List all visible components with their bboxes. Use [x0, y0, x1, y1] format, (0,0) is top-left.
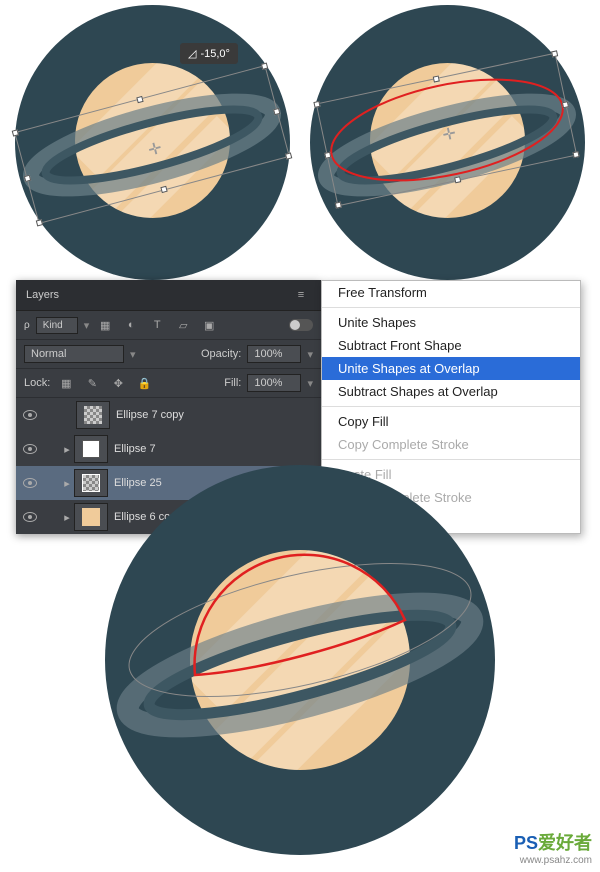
watermark-url: www.psahz.com [514, 855, 592, 866]
planet-canvas-2: ✛ [310, 5, 585, 280]
ring-and-path [105, 465, 495, 855]
planet-canvas-1: ✛ ◿ -15,0° [15, 5, 290, 280]
opacity-value[interactable]: 100% [247, 345, 301, 363]
filter-adjust-icon[interactable]: ◐ [121, 316, 141, 334]
lock-trans-icon[interactable]: ▦ [56, 374, 76, 392]
kind-filter[interactable]: Kind [36, 317, 78, 334]
twisty-icon[interactable]: ▸ [60, 477, 74, 490]
filter-toggle[interactable] [289, 319, 313, 331]
menu-copy-fill[interactable]: Copy Fill [322, 410, 580, 433]
twisty-icon[interactable]: ▸ [60, 511, 74, 524]
panel-menu-icon[interactable]: ≡ [291, 286, 311, 304]
panel-header: Layers ≡ [16, 280, 321, 311]
menu-free-transform[interactable]: Free Transform [322, 281, 580, 304]
layer-name: Ellipse 7 [114, 443, 156, 455]
twisty-icon[interactable]: ▸ [60, 443, 74, 456]
lock-all-icon[interactable]: 🔒 [134, 374, 154, 392]
menu-subtract-overlap[interactable]: Subtract Shapes at Overlap [322, 380, 580, 403]
watermark: PS爱好者 www.psahz.com [514, 829, 592, 866]
blend-row: Normal ▾ Opacity: 100% ▾ [16, 340, 321, 369]
angle-icon: ◿ [188, 47, 196, 60]
lock-brush-icon[interactable]: ✎ [82, 374, 102, 392]
fill-value[interactable]: 100% [247, 374, 301, 392]
lock-label: Lock: [24, 377, 50, 389]
visibility-icon[interactable] [23, 410, 37, 420]
planet-canvas-3 [105, 465, 495, 855]
menu-separator [322, 406, 580, 407]
fill-label: Fill: [224, 377, 241, 389]
layer-item[interactable]: Ellipse 7 copy [16, 398, 321, 432]
layer-name: Ellipse 7 copy [116, 409, 184, 421]
filter-shape-icon[interactable]: ▱ [173, 316, 193, 334]
layer-thumb [74, 435, 108, 463]
filter-pixel-icon[interactable]: ▦ [95, 316, 115, 334]
menu-unite-shapes[interactable]: Unite Shapes [322, 311, 580, 334]
menu-unite-overlap[interactable]: Unite Shapes at Overlap [322, 357, 580, 380]
lock-move-icon[interactable]: ✥ [108, 374, 128, 392]
filter-type-icon[interactable]: T [147, 316, 167, 334]
rotation-angle-label: ◿ -15,0° [180, 43, 238, 64]
watermark-logo: PS爱好者 [514, 829, 592, 855]
opacity-label: Opacity: [201, 348, 241, 360]
panel-title: Layers [26, 289, 59, 301]
layer-item[interactable]: ▸ Ellipse 7 [16, 432, 321, 466]
layer-thumb [76, 401, 110, 429]
visibility-icon[interactable] [23, 512, 37, 522]
lock-row: Lock: ▦ ✎ ✥ 🔒 Fill: 100% ▾ [16, 369, 321, 398]
layer-thumb [74, 469, 108, 497]
ring-shape [15, 5, 290, 280]
visibility-icon[interactable] [23, 444, 37, 454]
menu-copy-stroke: Copy Complete Stroke [322, 433, 580, 456]
menu-separator [322, 307, 580, 308]
filter-row: ρ Kind ▾ ▦ ◐ T ▱ ▣ [16, 311, 321, 340]
visibility-icon[interactable] [23, 478, 37, 488]
blend-mode-select[interactable]: Normal [24, 345, 124, 363]
menu-separator [322, 459, 580, 460]
ring-shape [310, 5, 585, 280]
angle-value: -15,0° [200, 48, 229, 60]
filter-smart-icon[interactable]: ▣ [199, 316, 219, 334]
menu-subtract-front[interactable]: Subtract Front Shape [322, 334, 580, 357]
layer-thumb [74, 503, 108, 531]
